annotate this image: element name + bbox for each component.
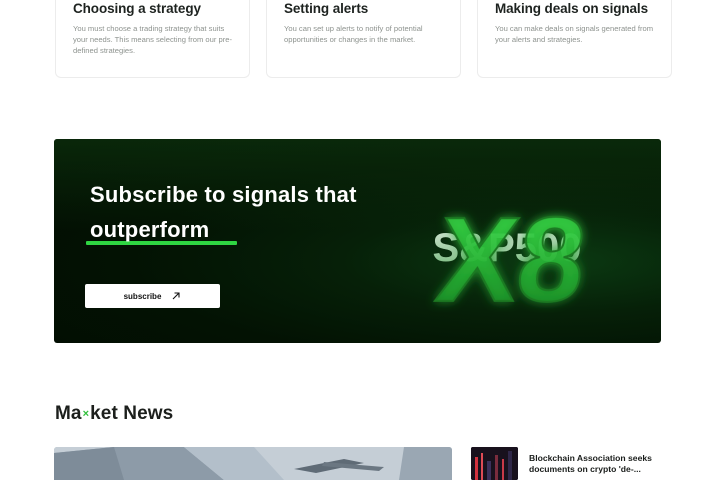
news-thumbnail-image xyxy=(471,447,518,480)
news-heading-prefix: Ma xyxy=(55,403,82,424)
arrow-up-right-icon xyxy=(173,292,180,300)
featured-news-image[interactable] xyxy=(54,447,452,480)
feature-description: You can set up alerts to notify of poten… xyxy=(284,24,423,44)
skyscraper-image xyxy=(54,447,452,480)
news-heading-suffix: ket News xyxy=(90,403,174,424)
feature-description: You can make deals on signals generated … xyxy=(495,24,654,44)
sp500-x8-graphic: S&P500 X8 xyxy=(430,192,593,319)
market-news-heading: Ma×ket News xyxy=(55,403,173,425)
feature-title: Setting alerts xyxy=(284,1,369,16)
banner-title-line1: Subscribe to signals that xyxy=(90,182,357,207)
banner-title: Subscribe to signals that outperform xyxy=(86,177,420,247)
subscribe-banner: Subscribe to signals that outperform sub… xyxy=(54,139,661,343)
feature-card-strategy: Choosing a strategy You must choose a tr… xyxy=(55,0,250,78)
news-thumbnail[interactable] xyxy=(471,447,518,480)
banner-highlight: outperform xyxy=(86,212,237,247)
feature-card-deals: Making deals on signals You can make dea… xyxy=(477,0,672,78)
graphic-text-front: X8 xyxy=(431,193,592,319)
feature-description: You must choose a trading strategy that … xyxy=(73,24,232,55)
banner-title-line2: outperform xyxy=(90,217,210,242)
news-heading-mark: × xyxy=(82,407,90,420)
subscribe-button[interactable]: subscribe xyxy=(85,284,220,308)
feature-title: Making deals on signals xyxy=(495,1,648,16)
feature-title: Choosing a strategy xyxy=(73,1,201,16)
feature-card-alerts: Setting alerts You can set up alerts to … xyxy=(266,0,461,78)
feature-cards: Choosing a strategy You must choose a tr… xyxy=(55,0,672,78)
subscribe-button-label: subscribe xyxy=(123,291,162,301)
news-item-title[interactable]: Blockchain Association seeks documents o… xyxy=(529,453,669,476)
